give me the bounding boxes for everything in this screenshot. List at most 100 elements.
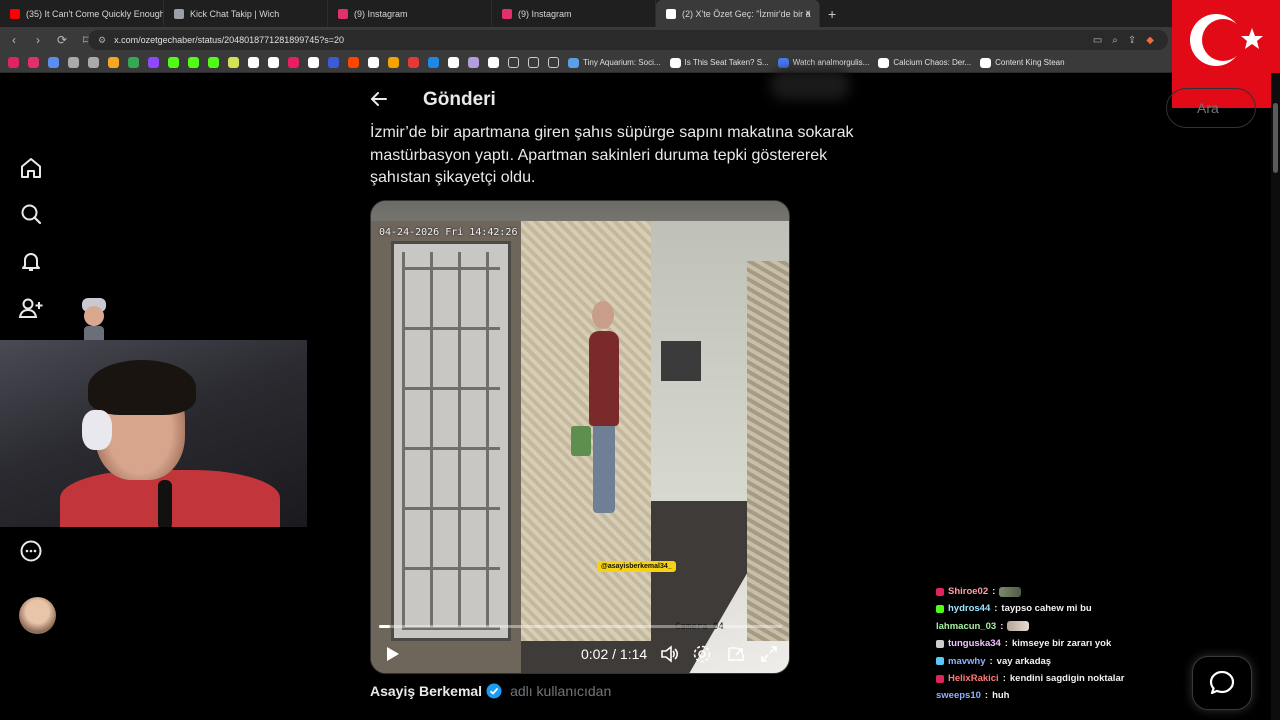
- bookmark-label: Is This Seat Taken? S...: [684, 58, 769, 67]
- bookmark-favicon-icon[interactable]: [48, 57, 59, 68]
- video-watermark: @asayisberkemal34_: [597, 561, 676, 572]
- tab-favicon-icon: [666, 8, 676, 19]
- bookmark-folder-icon[interactable]: [548, 57, 559, 68]
- bookmark-favicon-icon[interactable]: [108, 57, 119, 68]
- tab-favicon-icon: [174, 8, 184, 19]
- settings-gear-icon[interactable]: [692, 644, 712, 664]
- page-scrollbar-thumb[interactable]: [1273, 103, 1278, 173]
- bookmark-favicon-icon[interactable]: [188, 57, 199, 68]
- chat-bubble-icon: [1209, 670, 1235, 695]
- chat-message: mavwhy: vay arkadaş: [936, 653, 1176, 670]
- forward-nav-icon[interactable]: ›: [28, 33, 48, 47]
- chat-badge-icon: [936, 587, 944, 596]
- address-bar[interactable]: ⚙ x.com/ozetgechaber/status/204801877128…: [88, 30, 1168, 50]
- bookmark-item[interactable]: Tiny Aquarium: Soci...: [568, 57, 661, 68]
- tab-label: (2) X'te Özet Geç: "İzmir'de bir a: [682, 8, 811, 19]
- site-settings-icon[interactable]: ⚙: [98, 35, 106, 46]
- bookmark-folder-icon[interactable]: [528, 57, 539, 68]
- bookmark-favicon-icon[interactable]: [228, 57, 239, 68]
- messages-button[interactable]: [1192, 656, 1252, 710]
- cctv-timestamp: 04-24-2026 Fri 14:42:26: [379, 227, 518, 238]
- bookmark-favicon-icon[interactable]: [288, 57, 299, 68]
- browser-tab[interactable]: (2) X'te Özet Geç: "İzmir'de bir a ×: [656, 0, 820, 27]
- bookmark-favicon-icon[interactable]: [348, 57, 359, 68]
- bookmark-favicon-icon[interactable]: [168, 57, 179, 68]
- tab-favicon-icon: [338, 8, 348, 19]
- chat-message: tunguska34: kimseye bir zararı yok: [936, 635, 1176, 652]
- bookmark-favicon-icon[interactable]: [148, 57, 159, 68]
- nav-more[interactable]: [14, 534, 48, 568]
- bookmark-favicon-icon[interactable]: [408, 57, 419, 68]
- back-nav-icon[interactable]: ‹: [4, 33, 24, 47]
- nav-explore[interactable]: [14, 197, 48, 231]
- bookmark-favicon-icon[interactable]: [128, 57, 139, 68]
- add-user-icon: [18, 298, 43, 318]
- chat-separator: :: [984, 690, 989, 702]
- share-icon[interactable]: ⇪: [1128, 35, 1136, 46]
- page-scrollbar[interactable]: [1271, 73, 1280, 720]
- search-box[interactable]: Ara: [1166, 88, 1256, 128]
- browser-tab[interactable]: (9) Instagram: [328, 0, 492, 27]
- chat-badge-icon: [936, 674, 944, 683]
- video-progress-bar[interactable]: [379, 625, 782, 628]
- bookmark-favicon-icon[interactable]: [388, 57, 399, 68]
- bookmark-favicon-icon[interactable]: [328, 57, 339, 68]
- bookmark-favicon-icon[interactable]: [248, 57, 259, 68]
- bookmark-favicon-icon[interactable]: [428, 57, 439, 68]
- zoom-icon[interactable]: ⌕: [1112, 35, 1118, 46]
- chat-username: HelixRakici: [948, 672, 999, 684]
- bookmark-folder-icon[interactable]: [508, 57, 519, 68]
- nav-home[interactable]: [14, 151, 48, 185]
- bookmark-item[interactable]: Calcium Chaos: Der...: [878, 57, 971, 68]
- search-icon: [21, 204, 42, 225]
- bookmark-label: Watch analmorgulis...: [792, 58, 870, 67]
- video-time: 0:02 / 1:14: [581, 646, 648, 662]
- chat-badge-icon: [936, 605, 944, 614]
- tab-favicon-icon: [502, 8, 512, 19]
- bookmark-favicon-icon[interactable]: [88, 57, 99, 68]
- nav-notifications[interactable]: [14, 244, 48, 278]
- bookmark-favicon-icon[interactable]: [28, 57, 39, 68]
- bookmark-favicon-icon[interactable]: [208, 57, 219, 68]
- webcam-hair: [88, 360, 196, 415]
- bookmark-favicon-icon[interactable]: [368, 57, 379, 68]
- bookmark-item[interactable]: Is This Seat Taken? S...: [669, 57, 769, 68]
- video-scene-bucket: [571, 426, 591, 456]
- author-name[interactable]: Asayiş Berkemal: [370, 683, 482, 699]
- bookmark-favicon-icon[interactable]: [8, 57, 19, 68]
- play-icon[interactable]: [383, 645, 401, 663]
- browser-tab[interactable]: (9) Instagram: [492, 0, 656, 27]
- picture-in-picture-icon[interactable]: [726, 644, 746, 664]
- chat-username: lahmacun_03: [936, 620, 997, 632]
- fullscreen-icon[interactable]: [759, 644, 779, 664]
- video-scene-pillar: [747, 261, 789, 641]
- volume-icon[interactable]: [659, 644, 679, 664]
- reload-icon[interactable]: ⟳: [52, 33, 72, 47]
- chat-badge-icon: [936, 657, 944, 666]
- more-icon: [20, 540, 42, 562]
- new-tab-button[interactable]: +: [828, 6, 836, 22]
- tab-close-icon[interactable]: ×: [805, 8, 811, 19]
- chat-message: Shiroe02:: [936, 583, 1176, 600]
- bookmark-favicon-icon[interactable]: [308, 57, 319, 68]
- bookmark-favicon-icon[interactable]: [448, 57, 459, 68]
- search-placeholder: Ara: [1197, 100, 1219, 116]
- bookmark-favicon-icon[interactable]: [488, 57, 499, 68]
- brave-shield-icon[interactable]: ◆: [1146, 35, 1154, 46]
- account-avatar[interactable]: [19, 597, 56, 634]
- browser-nav-bar: ‹ › ⟳ ⌑ ⚙ x.com/ozetgechaber/status/2048…: [0, 27, 1280, 53]
- back-arrow-icon[interactable]: [368, 88, 390, 110]
- chat-text: taypso cahew mi bu: [1001, 603, 1092, 615]
- video-player[interactable]: 04-24-2026 Fri 14:42:26 Camera 04 @asayi…: [370, 200, 790, 674]
- chat-separator: :: [989, 655, 993, 667]
- bookmark-favicon-icon[interactable]: [268, 57, 279, 68]
- nav-follow[interactable]: [14, 291, 48, 325]
- bookmark-favicon-icon[interactable]: [68, 57, 79, 68]
- tab-label: (35) It Can't Come Quickly Enough -: [26, 8, 164, 19]
- browser-tab[interactable]: (35) It Can't Come Quickly Enough -: [0, 0, 164, 27]
- bookmark-item[interactable]: Content King Stean: [980, 57, 1065, 68]
- bookmark-item[interactable]: Watch analmorgulis...: [777, 57, 870, 68]
- cast-icon[interactable]: ▭: [1093, 35, 1102, 46]
- browser-tab[interactable]: Kick Chat Takip | Wich: [164, 0, 328, 27]
- bookmark-favicon-icon[interactable]: [468, 57, 479, 68]
